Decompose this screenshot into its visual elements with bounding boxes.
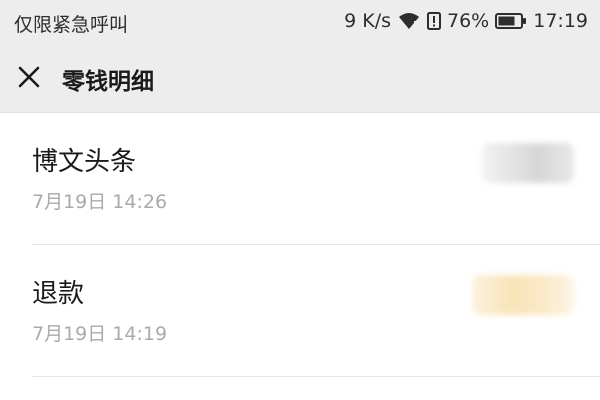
title-bar: 零钱明细 — [0, 42, 600, 113]
clock: 17:19 — [533, 10, 588, 32]
screen: 仅限紧急呼叫 9 K/s 76% 17:19 零钱明细 博文头条 7月19日 1… — [0, 0, 600, 400]
page-title: 零钱明细 — [62, 69, 154, 95]
divider — [32, 376, 600, 377]
transaction-amount-blurred — [472, 275, 574, 315]
wifi-icon — [397, 11, 421, 31]
transaction-item[interactable]: 博文头条 7月19日 14:26 — [0, 113, 600, 245]
close-button[interactable] — [14, 62, 44, 92]
battery-alert-icon — [427, 11, 441, 31]
transaction-list: 博文头条 7月19日 14:26 退款 7月19日 14:19 — [0, 113, 600, 377]
transaction-title: 博文头条 — [32, 147, 137, 177]
close-icon — [18, 66, 40, 88]
transaction-amount-blurred — [482, 143, 574, 183]
status-indicators: 9 K/s 76% 17:19 — [344, 10, 588, 32]
transaction-item[interactable]: 退款 7月19日 14:19 — [0, 245, 600, 377]
transaction-time: 7月19日 14:19 — [32, 323, 168, 345]
status-bar: 仅限紧急呼叫 9 K/s 76% 17:19 — [0, 0, 600, 42]
carrier-label: 仅限紧急呼叫 — [14, 14, 129, 36]
battery-percent: 76% — [447, 10, 490, 32]
network-speed: 9 K/s — [344, 10, 391, 32]
battery-icon — [495, 12, 527, 30]
transaction-title: 退款 — [32, 279, 85, 309]
transaction-time: 7月19日 14:26 — [32, 191, 168, 213]
